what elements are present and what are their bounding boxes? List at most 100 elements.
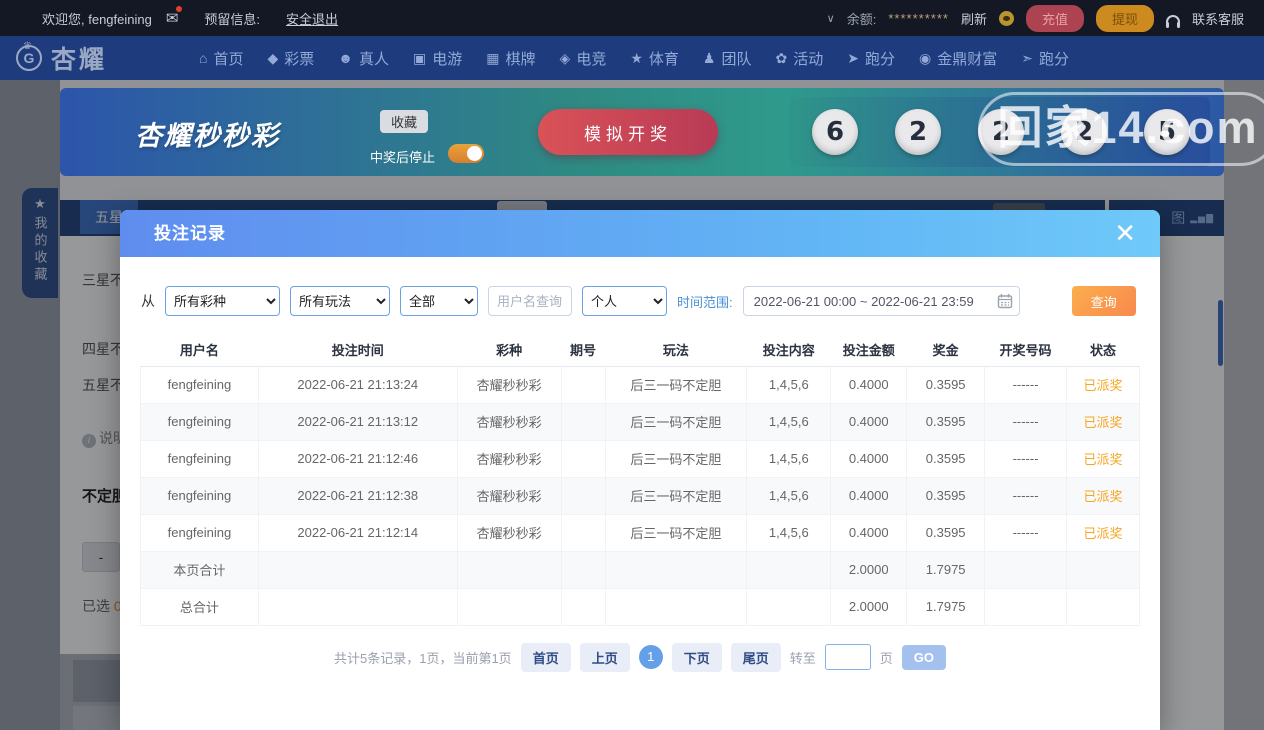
goto-page-input[interactable]: [824, 644, 871, 670]
summary-cell: 1.7975: [906, 550, 986, 589]
table-cell: ------: [984, 476, 1068, 515]
nav-item-0[interactable]: ⌂ 首页: [199, 48, 243, 69]
table-header-row: 用户名 投注时间 彩种 期号 玩法 投注内容 投注金额 奖金 开奖号码 状态: [140, 334, 1140, 367]
eye-icon[interactable]: [998, 10, 1014, 26]
mail-icon[interactable]: ✉: [166, 6, 182, 27]
draw-ball: 2: [1061, 109, 1107, 155]
nav-item-label: 首页: [213, 50, 244, 68]
summary-cell: [1066, 550, 1140, 589]
table-cell: fengfeining: [140, 513, 259, 552]
table-cell: 杏耀秒秒彩: [456, 439, 562, 478]
summary-cell: 本页合计: [140, 550, 259, 589]
contact-service-link[interactable]: 联系客服: [1192, 9, 1244, 28]
table-cell: fengfeining: [140, 365, 259, 404]
username-input[interactable]: [488, 286, 572, 316]
play-select[interactable]: 所有玩法: [290, 286, 390, 316]
nav-item-1[interactable]: ◆ 彩票: [268, 48, 315, 69]
last-page-button[interactable]: 尾页: [730, 642, 781, 672]
table-row: fengfeining 2022-06-21 21:13:24 杏耀秒秒彩 后三一码不…: [140, 365, 1140, 404]
date-range-input[interactable]: [742, 286, 1020, 316]
target-select[interactable]: 个人: [582, 286, 667, 316]
logout-link[interactable]: 安全退出: [286, 9, 338, 28]
stop-after-win-toggle[interactable]: [448, 144, 484, 163]
table-cell: 0.3595: [906, 476, 986, 515]
table-cell: [560, 476, 606, 515]
paofen-icon: ➤: [847, 49, 859, 66]
scope-select[interactable]: 全部: [400, 286, 478, 316]
topbar: 欢迎您, fengfeining ✉ 预留信息: 安全退出 ∨ 余额: ****…: [0, 0, 1264, 36]
table-cell: fengfeining: [140, 402, 259, 441]
slots-icon: ▣: [413, 49, 427, 66]
lottery-select[interactable]: 所有彩种: [165, 286, 280, 316]
table-cell: 1,4,5,6: [746, 513, 832, 552]
go-button[interactable]: GO: [901, 644, 947, 670]
table-row: fengfeining 2022-06-21 21:12:46 杏耀秒秒彩 后三一码不…: [140, 439, 1140, 478]
favorite-button[interactable]: 收藏: [380, 110, 428, 133]
nav-item-7[interactable]: ♟ 团队: [703, 48, 752, 69]
nav-item-10[interactable]: ◉ 金鼎财富: [919, 48, 997, 69]
table-row: fengfeining 2022-06-21 21:12:38 杏耀秒秒彩 后三一码不…: [140, 476, 1140, 515]
simulate-draw-button[interactable]: 模拟开奖: [538, 109, 718, 155]
modal-title: 投注记录: [154, 224, 226, 243]
balance-value: **********: [888, 10, 949, 26]
summary-cell: [456, 550, 562, 589]
query-button[interactable]: 查询: [1071, 286, 1136, 316]
team-icon: ♟: [702, 49, 716, 66]
page-unit-label: 页: [879, 650, 893, 666]
nav-item-label: 金鼎财富: [937, 50, 998, 68]
calendar-icon[interactable]: [997, 293, 1013, 309]
nav-item-3[interactable]: ▣ 电游: [413, 48, 462, 69]
recharge-button[interactable]: 充值: [1025, 4, 1084, 32]
table-cell: 2022-06-21 21:13:24: [257, 365, 458, 404]
logo-text: 杏耀: [51, 46, 108, 74]
date-range-wrap: [742, 286, 1020, 316]
home-icon: ⌂: [199, 50, 208, 66]
summary-cell: 总合计: [140, 587, 259, 626]
table-cell: 1,4,5,6: [746, 365, 832, 404]
column-header: 用户名: [140, 334, 259, 367]
summary-cell: [560, 587, 606, 626]
summary-cell: [604, 550, 748, 589]
bet-records-modal: 投注记录 ✕ 从 所有彩种 所有玩法 全部 个人 时间范围:: [120, 210, 1160, 730]
nav-item-8[interactable]: ✿ 活动: [776, 48, 824, 69]
table-row: fengfeining 2022-06-21 21:13:12 杏耀秒秒彩 后三一码不…: [140, 402, 1140, 441]
summary-cell: 2.0000: [830, 550, 908, 589]
summary-row: 本页合计 2.0000 1.7975: [140, 550, 1140, 589]
nav-item-11[interactable]: ➣ 跑分: [1021, 48, 1069, 69]
filter-bar: 从 所有彩种 所有玩法 全部 个人 时间范围: 查询: [141, 286, 1160, 316]
prev-page-button[interactable]: 上页: [579, 642, 630, 672]
table-cell: 后三一码不定胆: [604, 402, 748, 441]
table-cell: 已派奖: [1066, 513, 1140, 552]
summary-cell: 1.7975: [906, 587, 986, 626]
table-cell: 2022-06-21 21:12:14: [257, 513, 458, 552]
table-row: fengfeining 2022-06-21 21:12:14 杏耀秒秒彩 后三一码不…: [140, 513, 1140, 552]
nav-item-5[interactable]: ◈ 电竞: [560, 48, 607, 69]
table-cell: 已派奖: [1066, 476, 1140, 515]
table-cell: 0.3595: [906, 513, 986, 552]
game-title: 杏耀秒秒彩: [135, 121, 280, 151]
current-page-badge[interactable]: 1: [638, 645, 663, 669]
table-cell: 0.3595: [906, 439, 986, 478]
chevron-down-icon[interactable]: ∨: [827, 12, 835, 25]
nav-item-9[interactable]: ➤ 跑分: [847, 48, 895, 69]
table-cell: 0.4000: [830, 476, 908, 515]
next-page-button[interactable]: 下页: [671, 642, 722, 672]
summary-cell: [746, 587, 832, 626]
nav-item-2[interactable]: ☻ 真人: [338, 48, 389, 69]
withdraw-button[interactable]: 提现: [1095, 4, 1154, 32]
nav-item-label: 真人: [359, 50, 390, 68]
draw-ball: 5: [1144, 109, 1190, 155]
nav-item-4[interactable]: ▦ 棋牌: [486, 48, 535, 69]
main-nav: G 杏耀 ⌂ 首页 ◆ 彩票 ☻ 真人 ▣ 电游 ▦ 棋牌 ◈ 电竞 ★ 体育 ♟ 团队 ✿ 活动 ➤ 跑分 ◉ 金鼎财富…: [0, 35, 1264, 80]
first-page-button[interactable]: 首页: [520, 642, 571, 672]
summary-cell: [746, 550, 832, 589]
column-header: 投注内容: [746, 334, 831, 367]
table-cell: 后三一码不定胆: [604, 513, 748, 552]
lottery-icon: ◆: [267, 49, 279, 66]
site-logo[interactable]: G 杏耀: [16, 35, 108, 76]
table-cell: ------: [984, 365, 1068, 404]
close-icon[interactable]: ✕: [1114, 218, 1136, 248]
nav-item-6[interactable]: ★ 体育: [630, 48, 679, 69]
refresh-link[interactable]: 刷新: [961, 9, 987, 28]
bet-records-table: 用户名 投注时间 彩种 期号 玩法 投注内容 投注金额 奖金 开奖号码 状态 fengfeinin…: [140, 334, 1140, 626]
